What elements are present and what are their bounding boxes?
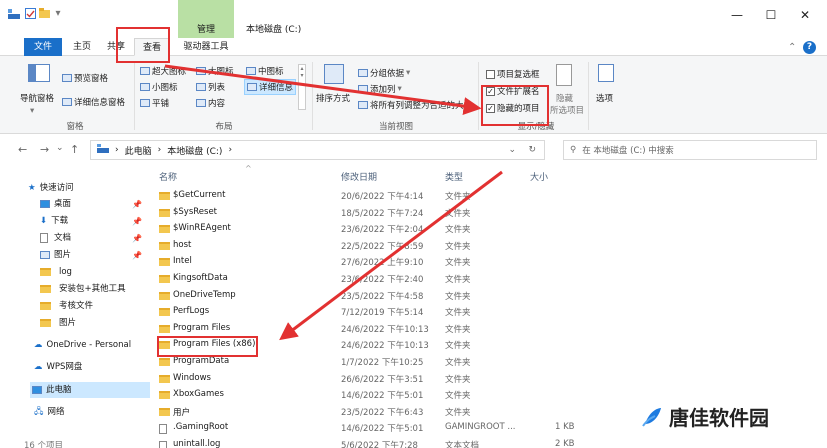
- watermark: 唐佳软件园: [641, 402, 769, 431]
- watermark-logo-icon: [642, 407, 661, 427]
- file-explorer-window: ▾ 管理 本地磁盘 (C:) — ☐ ✕ 文件 主页 共享 查看 驱动器工具 ⌃…: [0, 0, 827, 448]
- annotation-arrows: [164, 64, 503, 341]
- watermark-text: 唐佳软件园: [669, 406, 769, 430]
